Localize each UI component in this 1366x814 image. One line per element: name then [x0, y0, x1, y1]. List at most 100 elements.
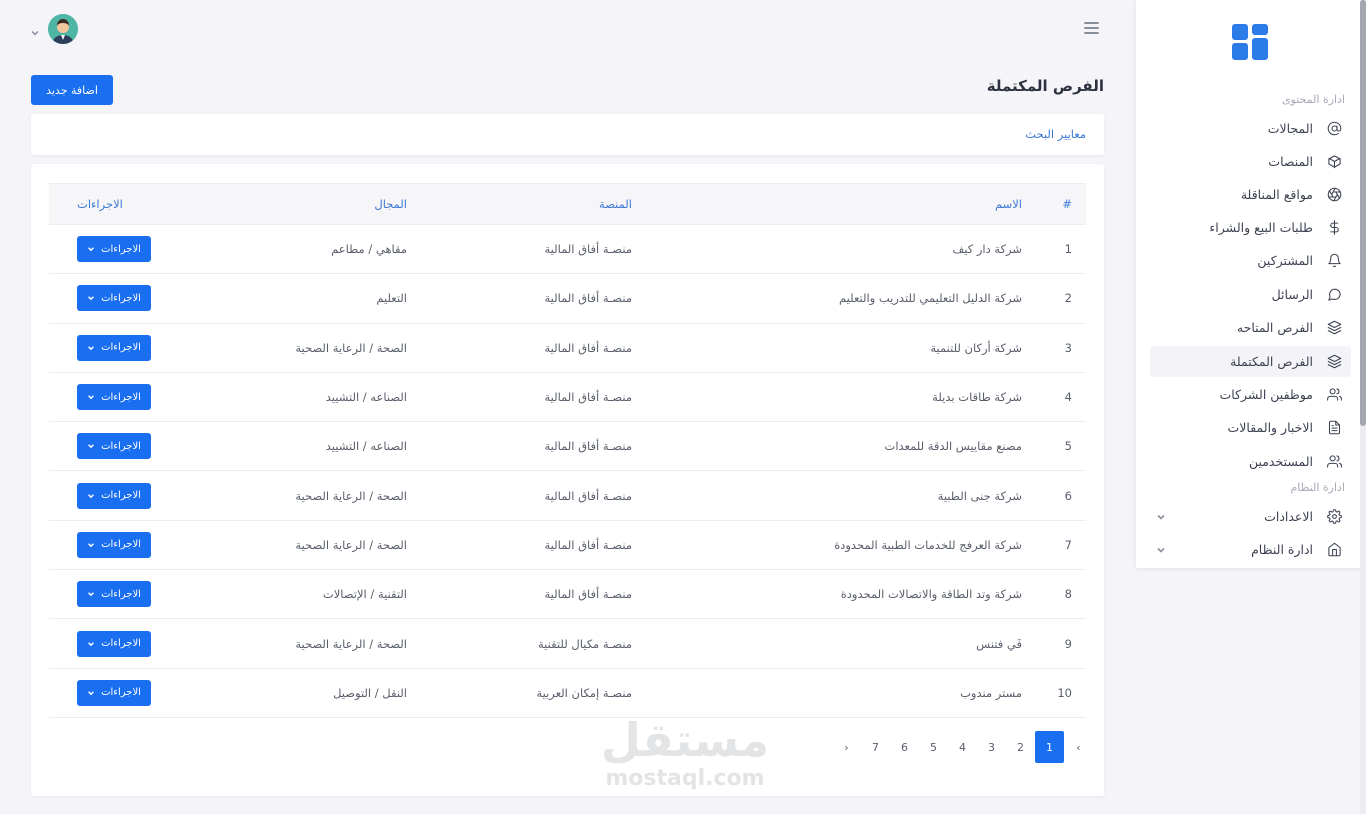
actions-dropdown-button[interactable]: الاجراءات — [77, 285, 151, 312]
cell-platform: منصـة إمكان العربية — [421, 668, 646, 718]
sidebar-item-messages[interactable]: الرسائل — [1150, 279, 1351, 310]
sidebar-item-platforms[interactable]: المنصات — [1150, 146, 1351, 177]
page-4[interactable]: 4 — [948, 731, 977, 763]
actions-label: الاجراءات — [101, 391, 141, 403]
actions-dropdown-button[interactable]: الاجراءات — [77, 384, 151, 411]
cell-field: الصحة / الرعاية الصحية — [191, 618, 421, 669]
add-new-button[interactable]: اضافة جديد — [31, 75, 113, 105]
chevron-down-icon — [30, 23, 42, 36]
page-2[interactable]: 2 — [1006, 731, 1035, 763]
sidebar-item-label: المشتركين — [1257, 253, 1313, 268]
sidebar-item-label: الفرص المكتملة — [1230, 354, 1313, 369]
sidebar-item-settings[interactable]: الاعدادات — [1150, 501, 1351, 532]
page-title: الفرص المكتملة — [986, 77, 1104, 95]
layers-icon — [1325, 319, 1343, 337]
cell-actions: الاجراءات — [49, 372, 191, 423]
cell-field: النقل / التوصيل — [191, 668, 421, 718]
sidebar-item-fields[interactable]: المجالات — [1150, 113, 1351, 144]
cell-num: 9 — [1036, 618, 1086, 669]
table-row: 4 شركة طاقات بديلة منصـة أفاق المالية ال… — [49, 372, 1086, 423]
actions-label: الاجراءات — [101, 588, 141, 600]
sidebar-item-transfer-sites[interactable]: مواقع المناقلة — [1150, 179, 1351, 210]
sidebar-item-label: الاعدادات — [1264, 509, 1313, 524]
scrollbar-thumb[interactable] — [1360, 0, 1366, 426]
avatar[interactable] — [48, 14, 78, 44]
aperture-icon — [1325, 186, 1343, 204]
table-row: 9 فَي فتنس منصـة مكيال للتقنية الصحة / ا… — [49, 618, 1086, 669]
sidebar-item-label: الاخبار والمقالات — [1227, 420, 1314, 435]
table-row: 6 شركة جنى الطبية منصـة أفاق المالية الص… — [49, 470, 1086, 521]
search-criteria-toggle[interactable]: معايير البحث — [1025, 127, 1086, 141]
cell-name: مستر مندوب — [646, 668, 1036, 718]
message-icon — [1325, 286, 1343, 304]
actions-dropdown-button[interactable]: الاجراءات — [77, 433, 151, 460]
cell-platform: منصـة أفاق المالية — [421, 323, 646, 373]
sidebar-item-label: الفرص المتاحه — [1236, 320, 1313, 335]
column-header-platform: المنصة — [421, 183, 646, 225]
file-text-icon — [1325, 419, 1343, 437]
page-6[interactable]: 6 — [890, 731, 919, 763]
sidebar-item-label: المستخدمين — [1248, 454, 1313, 469]
column-header-num: # — [1036, 183, 1086, 225]
actions-dropdown-button[interactable]: الاجراءات — [77, 581, 151, 608]
actions-dropdown-button[interactable]: الاجراءات — [77, 531, 151, 558]
cell-name: شركة دار كيف — [646, 224, 1036, 275]
pagination-prev[interactable]: ‹ — [1064, 731, 1093, 763]
section-label-system: ادارة النظام — [1290, 481, 1346, 494]
actions-label: الاجراءات — [101, 638, 141, 650]
scrollbar-track[interactable] — [1360, 0, 1366, 814]
sidebar-item-orders[interactable]: طلبات البيع والشراء — [1150, 212, 1351, 243]
actions-dropdown-button[interactable]: الاجراءات — [77, 236, 151, 263]
cell-actions: الاجراءات — [49, 668, 191, 718]
chevron-down-icon — [88, 247, 94, 252]
dollar-icon — [1325, 219, 1343, 237]
sidebar-item-news[interactable]: الاخبار والمقالات — [1150, 412, 1351, 443]
sidebar-item-label: موظفين الشركات — [1219, 387, 1313, 402]
page-1[interactable]: 1 — [1035, 731, 1064, 763]
chevron-down-icon — [1156, 510, 1166, 520]
sidebar-item-system-admin[interactable]: ادارة النظام — [1150, 534, 1351, 565]
pagination-next[interactable]: › — [832, 731, 861, 763]
actions-dropdown-button[interactable]: الاجراءات — [77, 482, 151, 509]
home-icon — [1325, 541, 1343, 559]
sidebar: ادارة المحتوى المجالات المنصات مواقع الم… — [1136, 0, 1365, 568]
page-5[interactable]: 5 — [919, 731, 948, 763]
cell-name: شركة وتد الطاقة والاتصالات المحدودة — [646, 569, 1036, 620]
table-row: 3 شركة أركان للتنمية منصـة أفاق المالية … — [49, 323, 1086, 373]
page-3[interactable]: 3 — [977, 731, 1006, 763]
opportunities-table: # الاسم المنصة المجال الاجراءات 1 شركة د… — [49, 183, 1086, 718]
cell-platform: منصـة أفاق المالية — [421, 569, 646, 620]
table-header-row: # الاسم المنصة المجال الاجراءات — [49, 183, 1086, 225]
box-icon — [1325, 153, 1343, 171]
table-row: 8 شركة وتد الطاقة والاتصالات المحدودة من… — [49, 569, 1086, 620]
chevron-down-icon — [88, 346, 94, 350]
page-7[interactable]: 7 — [861, 731, 890, 763]
cell-platform: منصـة أفاق المالية — [421, 224, 646, 275]
app-logo[interactable] — [1232, 24, 1268, 60]
sidebar-item-available-opportunities[interactable]: الفرص المتاحه — [1150, 312, 1351, 343]
cell-field: الصحة / الرعاية الصحية — [191, 520, 421, 571]
sidebar-item-users[interactable]: المستخدمين — [1150, 446, 1351, 477]
actions-label: الاجراءات — [101, 440, 141, 452]
chevron-down-icon — [1156, 543, 1166, 553]
actions-dropdown-button[interactable]: الاجراءات — [77, 630, 151, 657]
cell-num: 1 — [1036, 224, 1086, 275]
cell-field: الصحة / الرعاية الصحية — [191, 323, 421, 373]
chevron-down-icon — [88, 444, 94, 449]
user-menu[interactable] — [30, 14, 78, 44]
actions-dropdown-button[interactable]: الاجراءات — [77, 334, 151, 361]
at-icon — [1325, 120, 1343, 138]
chevron-down-icon — [88, 641, 94, 646]
sidebar-item-completed-opportunities[interactable]: الفرص المكتملة — [1150, 346, 1351, 377]
cell-actions: الاجراءات — [49, 618, 191, 669]
cell-actions: الاجراءات — [49, 421, 191, 472]
cell-actions: الاجراءات — [49, 323, 191, 373]
sidebar-item-label: الرسائل — [1271, 287, 1313, 302]
cell-num: 5 — [1036, 421, 1086, 472]
cell-field: الصحة / الرعاية الصحية — [191, 470, 421, 521]
cell-platform: منصـة أفاق المالية — [421, 520, 646, 571]
menu-toggle-icon[interactable] — [1084, 22, 1099, 34]
sidebar-item-subscribers[interactable]: المشتركين — [1150, 245, 1351, 276]
actions-dropdown-button[interactable]: الاجراءات — [77, 679, 151, 706]
sidebar-item-company-employees[interactable]: موظفين الشركات — [1150, 379, 1351, 410]
